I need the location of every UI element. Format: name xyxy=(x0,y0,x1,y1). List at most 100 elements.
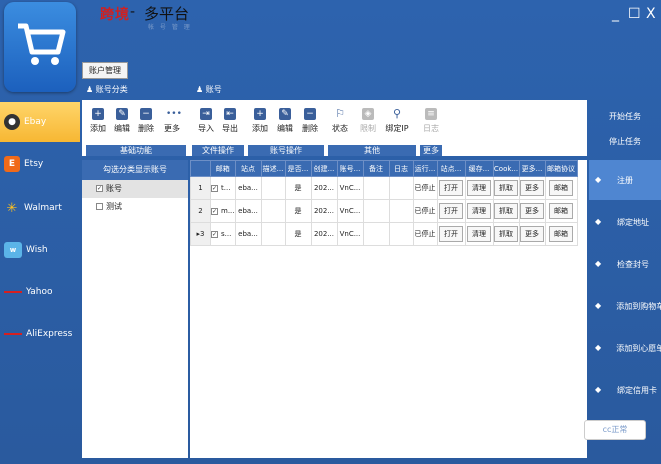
close-button[interactable]: X xyxy=(646,6,656,22)
fetch-button[interactable]: 抓取 xyxy=(494,203,518,219)
account-cell: VnC... xyxy=(336,176,364,200)
category-item-account[interactable]: ✓ 账号 xyxy=(82,180,188,198)
sidebar-item-wish[interactable]: w Wish xyxy=(0,230,80,270)
col-header-flag[interactable]: 是否... xyxy=(284,160,312,177)
open-button[interactable]: 打开 xyxy=(439,180,463,196)
row-more-button[interactable]: 更多 xyxy=(520,203,544,219)
open-cell: 打开 xyxy=(436,199,466,223)
table-row[interactable]: ▸3 ✓ s... eba... 是 202... VnC... 已停止 打开 清… xyxy=(190,222,578,246)
ribbon-toolbar: + 添加 ✎ 编辑 − 删除 ••• 更多 基础功能 ⇥ 导入 ⇤ 导出 文件操作 + 添加 … xyxy=(82,100,587,156)
col-header-site-action[interactable]: 站点... xyxy=(436,160,466,177)
row-checkbox[interactable]: ✓ xyxy=(211,184,218,192)
action-add-to-wishlist[interactable]: ◆ 添加到心愿单 xyxy=(589,328,661,368)
wish-icon: w xyxy=(4,242,22,258)
clean-button[interactable]: 清理 xyxy=(467,180,491,196)
open-button[interactable]: 打开 xyxy=(439,226,463,242)
import-label: 导入 xyxy=(198,124,214,133)
col-header-account[interactable]: 账号... xyxy=(336,160,364,177)
restore-button[interactable]: ☐ xyxy=(628,6,641,22)
note-cell xyxy=(362,199,390,223)
created-cell: 202... xyxy=(310,199,338,223)
bind-ip-button[interactable]: ⚲ 绑定IP xyxy=(380,108,414,134)
row-checkbox[interactable]: ✓ xyxy=(211,230,218,238)
site-cell: eba... xyxy=(234,222,262,246)
yahoo-icon xyxy=(4,291,22,293)
minimize-button[interactable]: _ xyxy=(612,6,619,22)
row-more-button[interactable]: 更多 xyxy=(520,180,544,196)
col-header-mail-protocol[interactable]: 邮箱协议 xyxy=(544,160,578,177)
col-header-cache[interactable]: 缓存... xyxy=(464,160,494,177)
group-label-file: 文件操作 xyxy=(192,145,244,156)
clean-cell: 清理 xyxy=(464,176,494,200)
status-label: 状态 xyxy=(332,124,348,133)
tab-account-management[interactable]: 账户管理 xyxy=(82,62,128,79)
more-button[interactable]: ••• 更多 xyxy=(160,108,184,134)
col-header-running[interactable]: 运行... xyxy=(412,160,438,177)
sidebar-item-aliexpress[interactable]: AliExpress xyxy=(0,314,80,354)
col-header-log[interactable]: 日志 xyxy=(388,160,414,177)
row-checkbox[interactable]: ✓ xyxy=(211,207,218,215)
col-header-desc[interactable]: 描述... xyxy=(260,160,286,177)
clean-button[interactable]: 清理 xyxy=(467,203,491,219)
checkbox-checked[interactable]: ✓ xyxy=(96,185,103,192)
col-header-email[interactable]: 邮箱 xyxy=(210,160,236,177)
start-task-button[interactable]: 开始任务 xyxy=(589,111,661,122)
category-item-test[interactable]: 测试 xyxy=(82,198,188,216)
action-bind-credit-card[interactable]: ◆ 绑定信用卡 xyxy=(589,370,661,410)
delete-button[interactable]: − 删除 xyxy=(134,108,158,134)
log-label: 日志 xyxy=(423,124,439,133)
section-header-category: ♟ 账号分类 xyxy=(86,82,128,98)
export-button[interactable]: ⇤ 导出 xyxy=(218,108,242,134)
add-button[interactable]: + 添加 xyxy=(86,108,110,134)
table-row[interactable]: 1 ✓ t... eba... 是 202... VnC... 已停止 打开 清理… xyxy=(190,176,578,200)
import-button[interactable]: ⇥ 导入 xyxy=(194,108,218,134)
account-edit-button[interactable]: ✎ 编辑 xyxy=(273,108,297,134)
log-cell xyxy=(388,199,414,223)
row-more-button[interactable]: 更多 xyxy=(520,226,544,242)
shopping-cart-icon xyxy=(18,23,66,65)
sidebar-item-walmart[interactable]: ✳ Walmart xyxy=(0,188,80,228)
edit-button[interactable]: ✎ 编辑 xyxy=(110,108,134,134)
col-header-site[interactable]: 站点 xyxy=(234,160,262,177)
mailbox-button[interactable]: 邮箱 xyxy=(549,226,573,242)
account-delete-button[interactable]: − 删除 xyxy=(298,108,322,134)
col-header-more[interactable]: 更多... xyxy=(518,160,546,177)
group-label-more: 更多 xyxy=(420,145,442,156)
col-header-created[interactable]: 创建... xyxy=(310,160,338,177)
fetch-button[interactable]: 抓取 xyxy=(494,226,518,242)
sidebar-item-label: Walmart xyxy=(24,203,62,213)
tag-icon: ◆ xyxy=(595,259,602,268)
sidebar-item-yahoo[interactable]: Yahoo xyxy=(0,272,80,312)
action-add-to-cart[interactable]: ◆ 添加到购物车 xyxy=(589,286,661,326)
clean-button[interactable]: 清理 xyxy=(467,226,491,242)
cc-status-button[interactable]: cc正常 xyxy=(584,420,646,440)
action-bind-address[interactable]: ◆ 绑定地址 xyxy=(589,202,661,242)
limit-button[interactable]: ◈ 限制 xyxy=(356,108,380,134)
stop-task-button[interactable]: 停止任务 xyxy=(589,136,661,147)
fetch-button[interactable]: 抓取 xyxy=(494,180,518,196)
mailbox-cell: 邮箱 xyxy=(544,199,578,223)
sidebar-item-ebay[interactable]: ● Ebay xyxy=(0,102,80,142)
app-title: 多平台 xyxy=(144,5,190,23)
ribbon-group-file: ⇥ 导入 ⇤ 导出 文件操作 xyxy=(192,104,244,156)
app-logo xyxy=(4,2,76,92)
more-label: 更多 xyxy=(164,124,180,133)
col-header-cookie[interactable]: Cook... xyxy=(492,160,520,177)
note-cell xyxy=(362,176,390,200)
open-cell: 打开 xyxy=(436,222,466,246)
mailbox-button[interactable]: 邮箱 xyxy=(549,203,573,219)
log-button[interactable]: ≡ 日志 xyxy=(420,108,442,134)
action-register[interactable]: ◆ 注册 xyxy=(589,160,661,200)
account-add-button[interactable]: + 添加 xyxy=(248,108,272,134)
title-dash: - xyxy=(130,4,136,20)
sidebar-item-etsy[interactable]: E Etsy xyxy=(0,144,80,184)
col-header-note[interactable]: 备注 xyxy=(362,160,390,177)
action-check-ban[interactable]: ◆ 检查封号 xyxy=(589,244,661,284)
mailbox-button[interactable]: 邮箱 xyxy=(549,180,573,196)
account-grid: 邮箱 站点 描述... 是否... 创建... 账号... 备注 日志 运行..… xyxy=(190,160,587,458)
checkbox-unchecked[interactable] xyxy=(96,203,103,210)
open-button[interactable]: 打开 xyxy=(439,203,463,219)
table-row[interactable]: 2 ✓ m... eba... 是 202... VnC... 已停止 打开 清理… xyxy=(190,199,578,223)
status-dropdown-button[interactable]: ⚐ 状态 xyxy=(328,108,352,134)
walmart-spark-icon: ✳ xyxy=(6,200,18,216)
